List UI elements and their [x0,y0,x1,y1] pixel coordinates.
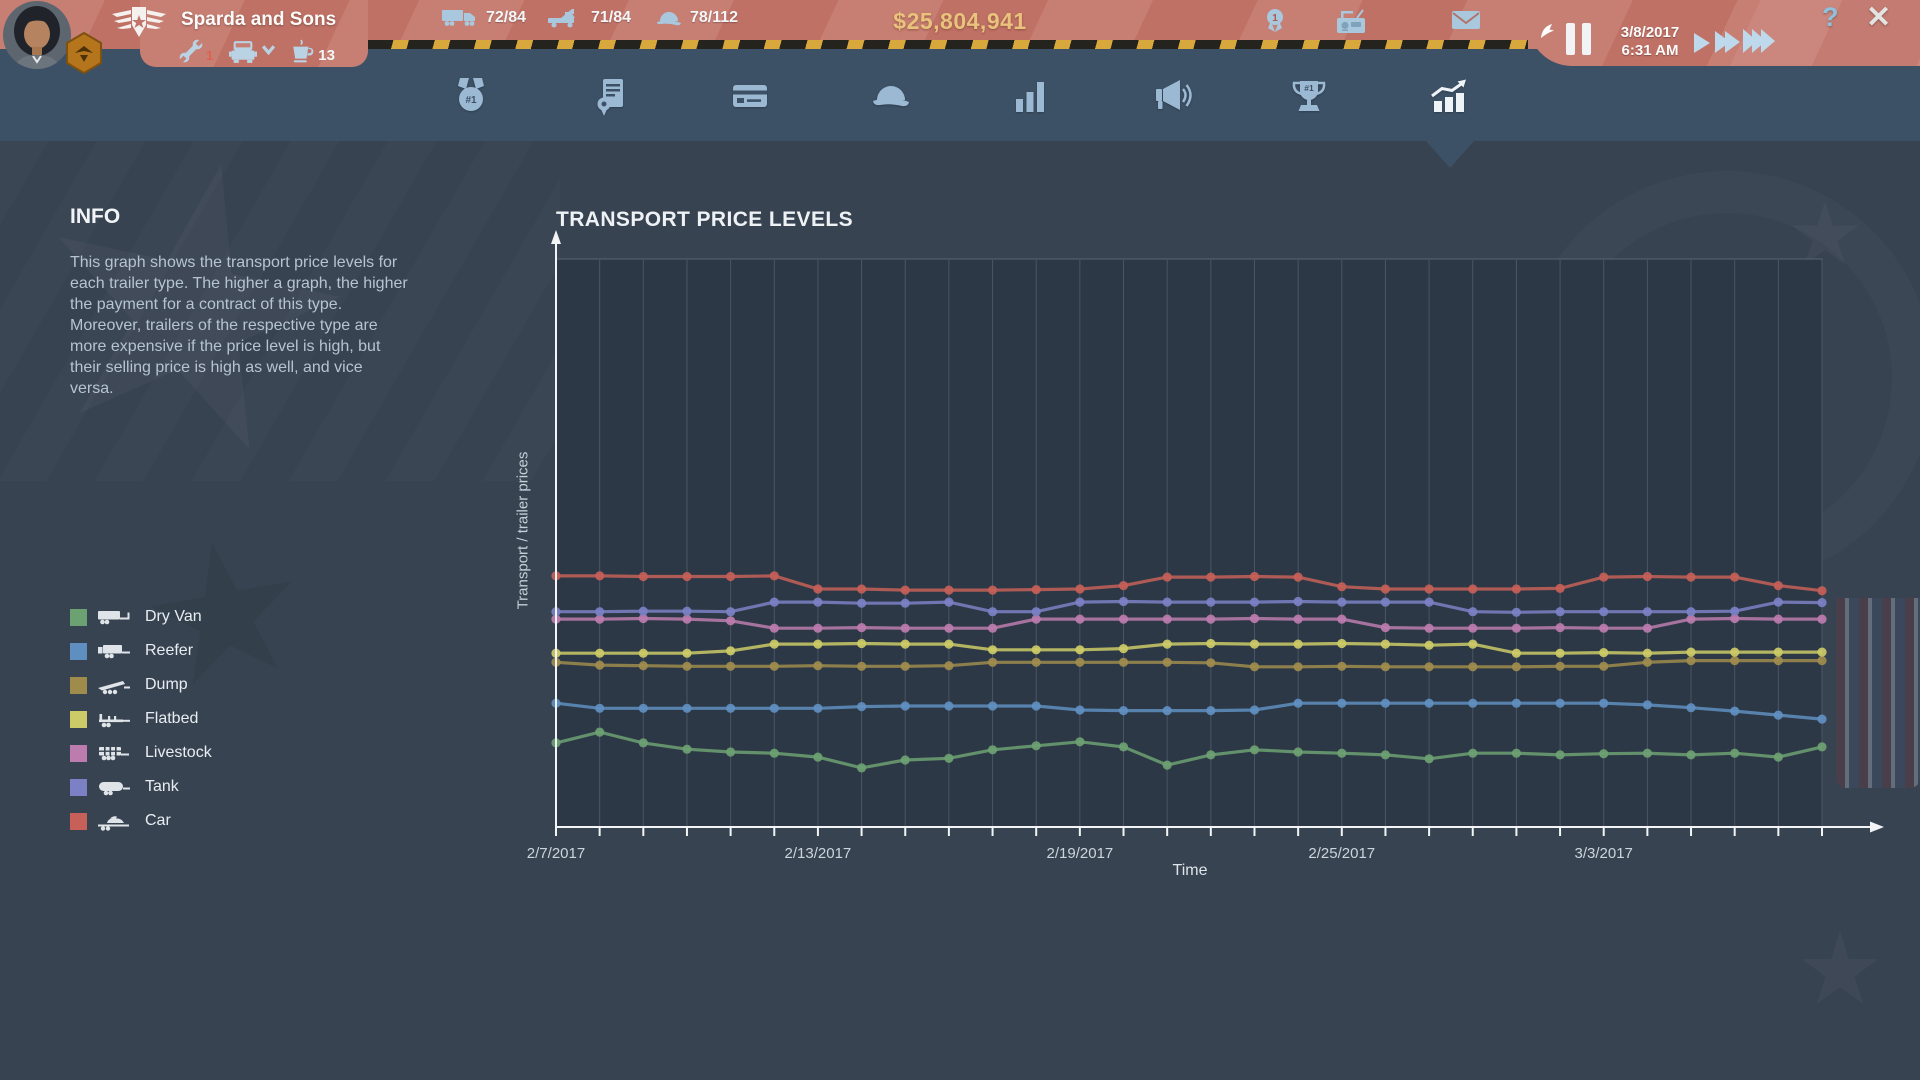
x-tick-label: 2/19/2017 [1047,845,1114,862]
coffee-icon [290,39,316,63]
play-speed-2-button[interactable] [1714,29,1742,60]
active-tab-pointer [1426,141,1474,168]
legend-item-flatbed: Flatbed [70,702,212,736]
car-trailer-icon [96,812,136,831]
legend-item-dump: Dump [70,668,212,702]
info-panel-text: This graph shows the transport price lev… [70,252,408,399]
truck-front-icon [227,38,259,65]
nav-item-statistics[interactable] [994,63,1066,129]
close-button[interactable]: ✕ [1866,0,1891,35]
coffee-count: 13 [318,47,335,64]
player-avatar[interactable] [2,0,72,70]
credit-card-icon [728,74,772,118]
legend-swatch [70,643,87,660]
game-clock: 3/8/2017 6:31 AM [1608,24,1692,60]
nav-item-finances[interactable] [714,63,786,129]
game-time: 6:31 AM [1608,42,1692,60]
legend-swatch [70,677,87,694]
megaphone-icon [1148,74,1192,118]
legend-swatch [70,813,87,830]
drivers-value: 78/112 [690,9,738,27]
wrench-badge: 1 [206,48,213,63]
legend-item-car: Car [70,804,212,838]
money-balance: $25,804,941 [840,8,1080,35]
hazard-stripe [352,40,1528,49]
legend-label: Livestock [145,744,212,762]
legend-item-tank: Tank [70,770,212,804]
legend-item-livestock: Livestock [70,736,212,770]
info-panel-title: INFO [70,205,120,229]
company-name: Sparda and Sons [181,9,336,31]
nav-item-staff[interactable] [854,63,926,129]
drivers-stat: 78/112 [655,7,738,28]
chart-legend: Dry Van Reefer Dump Flatbed Livestock Tank Car [70,600,212,838]
tank-trailer-icon [96,778,136,797]
chevron-down-icon [261,44,276,55]
legend-swatch [70,745,87,762]
dump-trailer-icon [96,676,136,695]
quick-status-row: 1 13 [178,36,335,66]
trucks-value: 72/84 [486,9,526,27]
nav-item-awards[interactable]: #1 [435,63,507,129]
nav-item-price-levels[interactable] [1413,63,1485,129]
trophy-icon: #1 [1287,74,1331,118]
game-screen: INFO This graph shows the transport pric… [0,0,1920,1080]
legend-label: Reefer [145,642,193,660]
x-tick-label: 3/3/2017 [1575,845,1633,862]
wrench-icon [178,38,204,64]
legend-label: Tank [145,778,179,796]
play-speed-1-button[interactable] [1692,32,1712,59]
x-tick-label: 2/7/2017 [527,845,585,862]
trailers-stat: 71/84 [546,7,631,28]
legend-label: Flatbed [145,710,198,728]
nav-item-contracts[interactable] [575,63,647,129]
legend-swatch [70,609,87,626]
trailers-value: 71/84 [591,9,631,27]
trend-chart-icon [1427,74,1471,118]
legend-item-dryvan: Dry Van [70,600,212,634]
legend-swatch [70,711,87,728]
tow-truck-icon [546,7,584,28]
price-levels-chart: 2/7/2017 2/13/2017 2/19/2017 2/25/2017 3/3/2… [440,190,1910,910]
reefer-trailer-icon [96,642,136,661]
radio-icon[interactable] [1334,8,1368,40]
cap-icon [868,74,912,118]
medal-icon: #1 [449,74,493,118]
play-speed-3-button[interactable] [1742,26,1778,61]
notification-arrow-icon [1540,22,1555,44]
bar-chart-icon [1008,74,1052,118]
legend-label: Car [145,812,171,830]
svg-text:1: 1 [1272,13,1278,24]
legend-label: Dump [145,676,188,694]
game-date: 3/8/2017 [1608,24,1692,42]
truck-icon [441,7,479,28]
dryvan-trailer-icon [96,608,136,627]
legend-item-reefer: Reefer [70,634,212,668]
mail-icon[interactable] [1450,8,1482,37]
nav-item-marketing[interactable] [1134,63,1206,129]
flatbed-trailer-icon [96,710,136,729]
trucks-stat: 72/84 [441,7,526,28]
nav-item-ranking[interactable]: #1 [1273,63,1345,129]
legend-label: Dry Van [145,608,202,626]
contract-icon [589,74,633,118]
svg-text:#1: #1 [1304,83,1314,93]
rank-medal-icon[interactable]: 1 [1262,8,1288,41]
help-button[interactable]: ? [1822,2,1839,33]
x-tick-label: 2/25/2017 [1308,845,1375,862]
livestock-trailer-icon [96,744,136,763]
pause-button[interactable] [1566,23,1596,55]
fleet-dropdown[interactable] [227,38,276,65]
maintenance-status[interactable]: 1 [178,38,213,64]
legend-swatch [70,779,87,796]
cap-icon [655,7,683,28]
company-logo-icon [110,4,168,47]
x-tick-label: 2/13/2017 [785,845,852,862]
company-emblem-badge [64,32,104,79]
star-decoration [1800,931,1880,1011]
driver-break-status[interactable]: 13 [290,39,335,64]
plot-area [556,259,1822,827]
svg-text:#1: #1 [465,95,477,106]
